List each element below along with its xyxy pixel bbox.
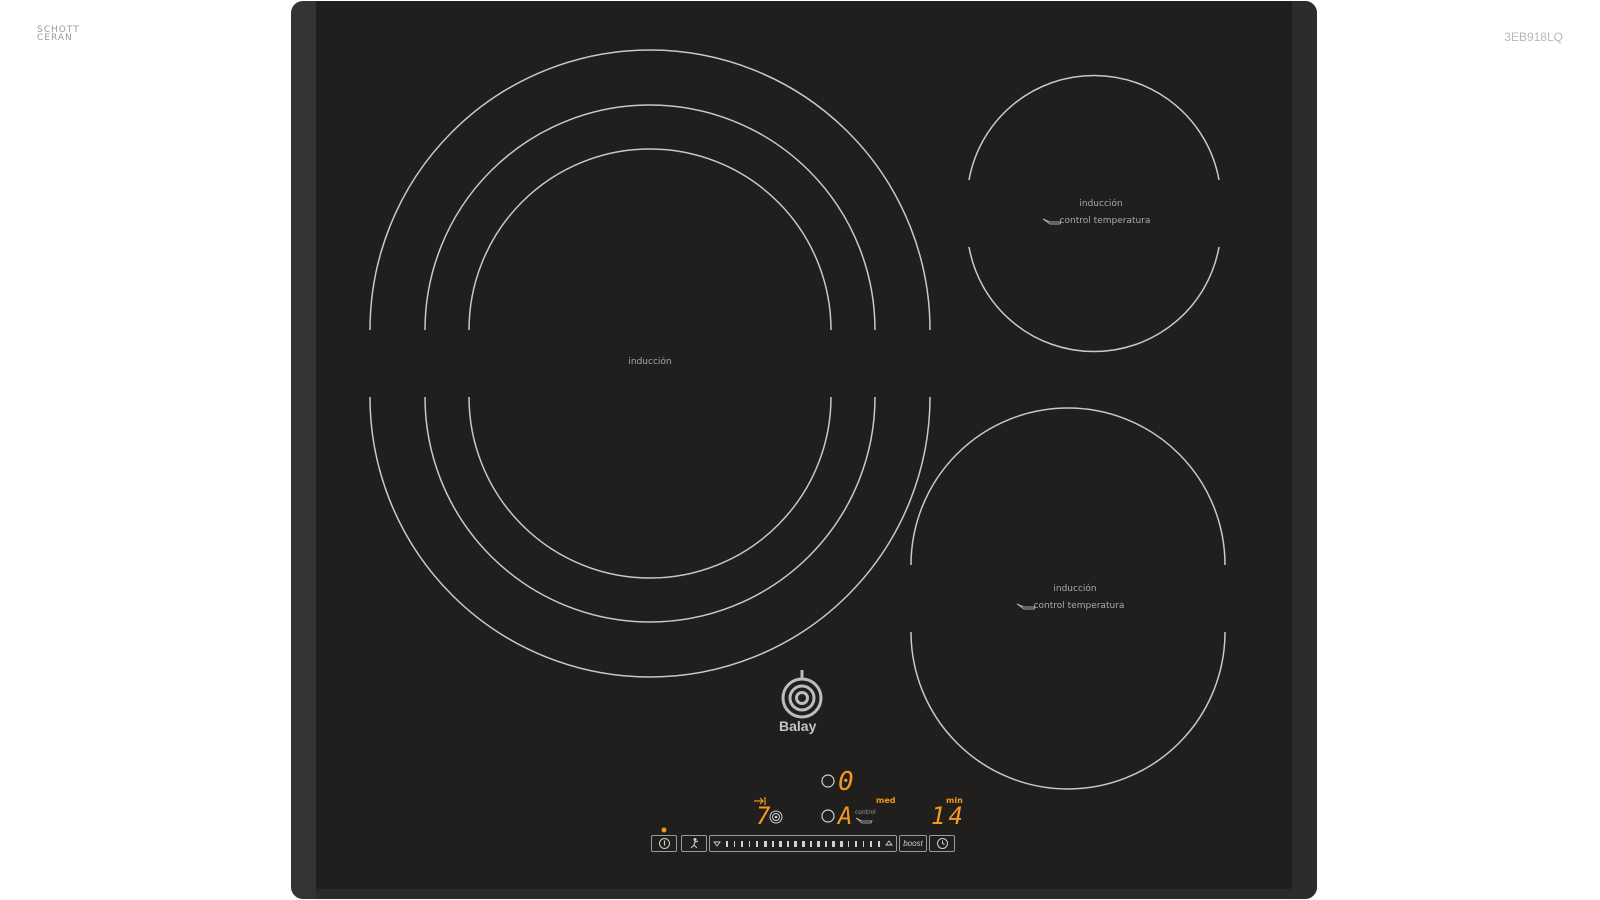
- slider-tick: [832, 841, 835, 847]
- slider-tick: [741, 841, 743, 847]
- zone-indicator-icon: [821, 774, 835, 788]
- slider-tick: [855, 841, 857, 847]
- slider-tick: [840, 841, 843, 847]
- slider-tick: [794, 841, 797, 847]
- power-button[interactable]: [651, 835, 677, 852]
- slider-tick: [862, 841, 865, 847]
- wipe-protect-button[interactable]: [681, 835, 707, 852]
- auto-mode-digit: A: [838, 802, 853, 830]
- slider-tick: [824, 841, 828, 847]
- slider-tick: [809, 841, 813, 847]
- display-indicators: [661, 774, 873, 833]
- zone-indicator-icon: [821, 809, 835, 823]
- slider-tick: [771, 841, 775, 847]
- power-icon: [658, 838, 670, 849]
- slider-tick: [756, 841, 758, 847]
- minus-triangle-icon: [713, 841, 721, 847]
- med-label: med: [876, 796, 896, 805]
- boost-button[interactable]: boost: [899, 835, 927, 852]
- power-level-digit: 7: [756, 802, 771, 830]
- display-top-digit: 0: [838, 767, 854, 797]
- slider-tick: [733, 841, 736, 847]
- slider-tick: [817, 841, 820, 847]
- timer-digits: 14: [931, 802, 966, 830]
- control-label: control: [855, 809, 876, 816]
- slider-tick: [786, 841, 790, 847]
- slider-tick: [726, 841, 728, 847]
- slider-tick: [779, 841, 782, 847]
- slider-tick: [847, 841, 850, 847]
- clock-icon: [936, 838, 948, 849]
- timer-button[interactable]: [929, 835, 955, 852]
- slider-tick: [764, 841, 767, 847]
- slider-tick: [748, 841, 751, 847]
- slider-tick: [802, 841, 805, 847]
- pan-icon: [855, 817, 873, 824]
- power-led-icon: [661, 827, 667, 833]
- plus-triangle-icon: [885, 840, 893, 846]
- power-slider[interactable]: [709, 835, 897, 852]
- slider-tick: [878, 841, 880, 847]
- wipe-protect-icon: [690, 838, 698, 849]
- slider-tick: [870, 841, 872, 847]
